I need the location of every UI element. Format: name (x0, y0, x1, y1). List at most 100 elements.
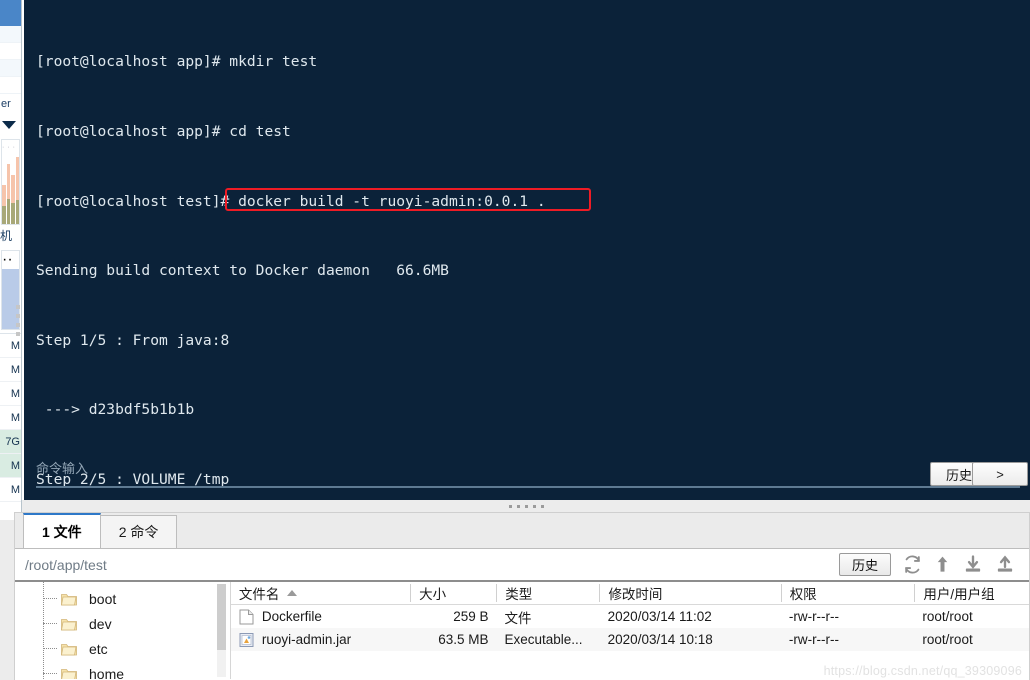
file-name: Dockerfile (261, 609, 322, 624)
tab-bar: 1 文件 2 命令 (15, 513, 1029, 549)
file-manager-panel: 1 文件 2 命令 /root/app/test 历史 boot dev etc… (14, 512, 1030, 680)
terminal-line-highlighted: [root@localhost test]# docker build -t r… (36, 187, 1030, 213)
cell-type: 文件 (504, 610, 532, 626)
cell-name: ruoyi-admin.jar (231, 628, 410, 651)
chart-dots: ·· (2, 251, 13, 268)
left-panel-label: 机 (0, 229, 13, 243)
tree-item-etc[interactable]: etc (15, 636, 230, 661)
left-panel-row[interactable] (0, 77, 21, 94)
refresh-icon[interactable] (903, 555, 922, 574)
terminal-prompt: [root@localhost test]# (36, 192, 230, 210)
column-header-size[interactable]: 大小 (410, 584, 496, 602)
tree-item-label: etc (89, 640, 108, 657)
column-header-modified[interactable]: 修改时间 (599, 584, 780, 602)
tab-files[interactable]: 1 文件 (23, 513, 101, 548)
left-panel-chart-orange: ··· (1, 139, 20, 225)
chevron-down-icon[interactable] (0, 114, 21, 136)
command-input-area[interactable]: 命令输入 历史 > (36, 458, 1028, 492)
horizontal-splitter[interactable] (22, 500, 1030, 512)
splitter-grip (508, 504, 544, 508)
tree-scrollbar[interactable] (216, 584, 226, 677)
terminal-line: [root@localhost app]# cd test (36, 123, 291, 140)
highlighted-command-wrap: docker build -t ruoyi-admin:0.0.1 . (225, 187, 592, 213)
chart-bar (2, 206, 6, 224)
tree-branch-line (43, 648, 57, 649)
app-root: er ··· 机 ·· M M M M 7G M M [root@localho… (0, 0, 1030, 680)
tree-scrollbar-thumb[interactable] (216, 584, 226, 650)
download-icon[interactable] (963, 555, 983, 574)
tree-branch-line (43, 623, 57, 624)
cell-name: Dockerfile (231, 605, 410, 628)
column-header-type[interactable]: 类型 (496, 584, 599, 602)
list-item[interactable]: M (0, 454, 21, 478)
column-header-name[interactable]: 文件名 (231, 584, 410, 602)
current-path[interactable]: /root/app/test (25, 557, 839, 573)
left-panel-row[interactable] (0, 26, 21, 43)
file-toolbar (903, 555, 1021, 574)
cell-type: Executable... (504, 632, 583, 647)
list-item[interactable]: M (0, 382, 21, 406)
upload-icon[interactable] (995, 555, 1015, 574)
file-icon (239, 609, 254, 625)
list-item[interactable]: M (0, 478, 21, 502)
list-item[interactable]: M (0, 334, 21, 358)
highlighted-command: docker build -t ruoyi-admin:0.0.1 . (229, 192, 546, 210)
chart-bar (11, 202, 15, 224)
tree-item-home[interactable]: home (15, 661, 230, 679)
left-panel-grip[interactable] (15, 300, 21, 336)
column-label: 文件名 (238, 587, 280, 602)
terminal-line: ---> d23bdf5b1b1b (36, 401, 195, 419)
tree-item-label: boot (89, 590, 117, 607)
cell-size: 259 B (453, 609, 489, 624)
terminal-line: Step 1/5 : From java:8 (36, 331, 230, 349)
cell-modified: 2020/03/14 11:02 (607, 609, 712, 624)
tab-commands[interactable]: 2 命令 (99, 515, 178, 548)
left-clipped-panel: er ··· 机 ·· M M M M 7G M M (0, 0, 22, 520)
jar-icon (239, 632, 254, 648)
tree-branch-line (43, 598, 57, 599)
path-bar: /root/app/test 历史 (15, 549, 1029, 582)
parent-dir-icon[interactable] (934, 555, 951, 574)
terminal-output: [root@localhost app]# mkdir test [root@l… (24, 0, 1030, 500)
watermark: https://blog.csdn.net/qq_39309096 (823, 664, 1022, 678)
left-panel-row[interactable] (0, 43, 21, 60)
cell-size: 63.5 MB (438, 632, 489, 647)
table-row[interactable]: Dockerfile 259 B 文件 2020/03/14 11:02 -rw… (231, 605, 1029, 628)
folder-icon (61, 667, 77, 679)
terminal-panel[interactable]: [root@localhost app]# mkdir test [root@l… (22, 0, 1030, 500)
folder-icon (61, 592, 77, 606)
cell-permissions: -rw-r--r-- (788, 609, 840, 624)
left-panel-header (0, 0, 21, 26)
command-input-underline (36, 486, 1020, 488)
left-panel-size-list: M M M M 7G M M (0, 333, 21, 502)
terminal-extra-button[interactable]: > (972, 462, 1028, 486)
table-row[interactable]: ruoyi-admin.jar 63.5 MB Executable... 20… (230, 628, 1029, 651)
list-item[interactable]: M (0, 358, 21, 382)
file-list-header: 文件名 大小 类型 修改时间 权限 用户/用户组 (230, 582, 1029, 605)
cell-modified: 2020/03/14 10:18 (607, 632, 713, 647)
folder-icon (61, 642, 77, 656)
terminal-line: [root@localhost app]# mkdir test (36, 53, 318, 71)
tree-branch-line (43, 673, 57, 674)
sort-asc-icon (287, 590, 298, 596)
tree-item-label: home (89, 665, 125, 680)
tree-item-dev[interactable]: dev (15, 611, 230, 636)
path-history-button[interactable]: 历史 (838, 553, 891, 576)
left-panel-row[interactable] (0, 60, 21, 77)
cell-permissions: -rw-r--r-- (788, 632, 840, 647)
chart-bars-lower (2, 198, 19, 224)
list-item[interactable]: M (0, 406, 21, 430)
left-panel-rows (0, 26, 21, 94)
left-panel-clipped-text: er (1, 98, 11, 110)
column-header-owner[interactable]: 用户/用户组 (914, 584, 1029, 602)
column-header-permissions[interactable]: 权限 (780, 584, 915, 602)
directory-tree: boot dev etc home (15, 582, 231, 679)
cell-owner: root/root (922, 632, 973, 647)
list-item[interactable]: 7G (0, 430, 21, 454)
tree-item-boot[interactable]: boot (15, 586, 230, 611)
tree-item-label: dev (89, 615, 112, 632)
command-input-placeholder: 命令输入 (36, 462, 89, 477)
folder-icon (61, 617, 77, 631)
cell-owner: root/root (922, 609, 973, 624)
terminal-line: Sending build context to Docker daemon 6… (36, 262, 449, 280)
